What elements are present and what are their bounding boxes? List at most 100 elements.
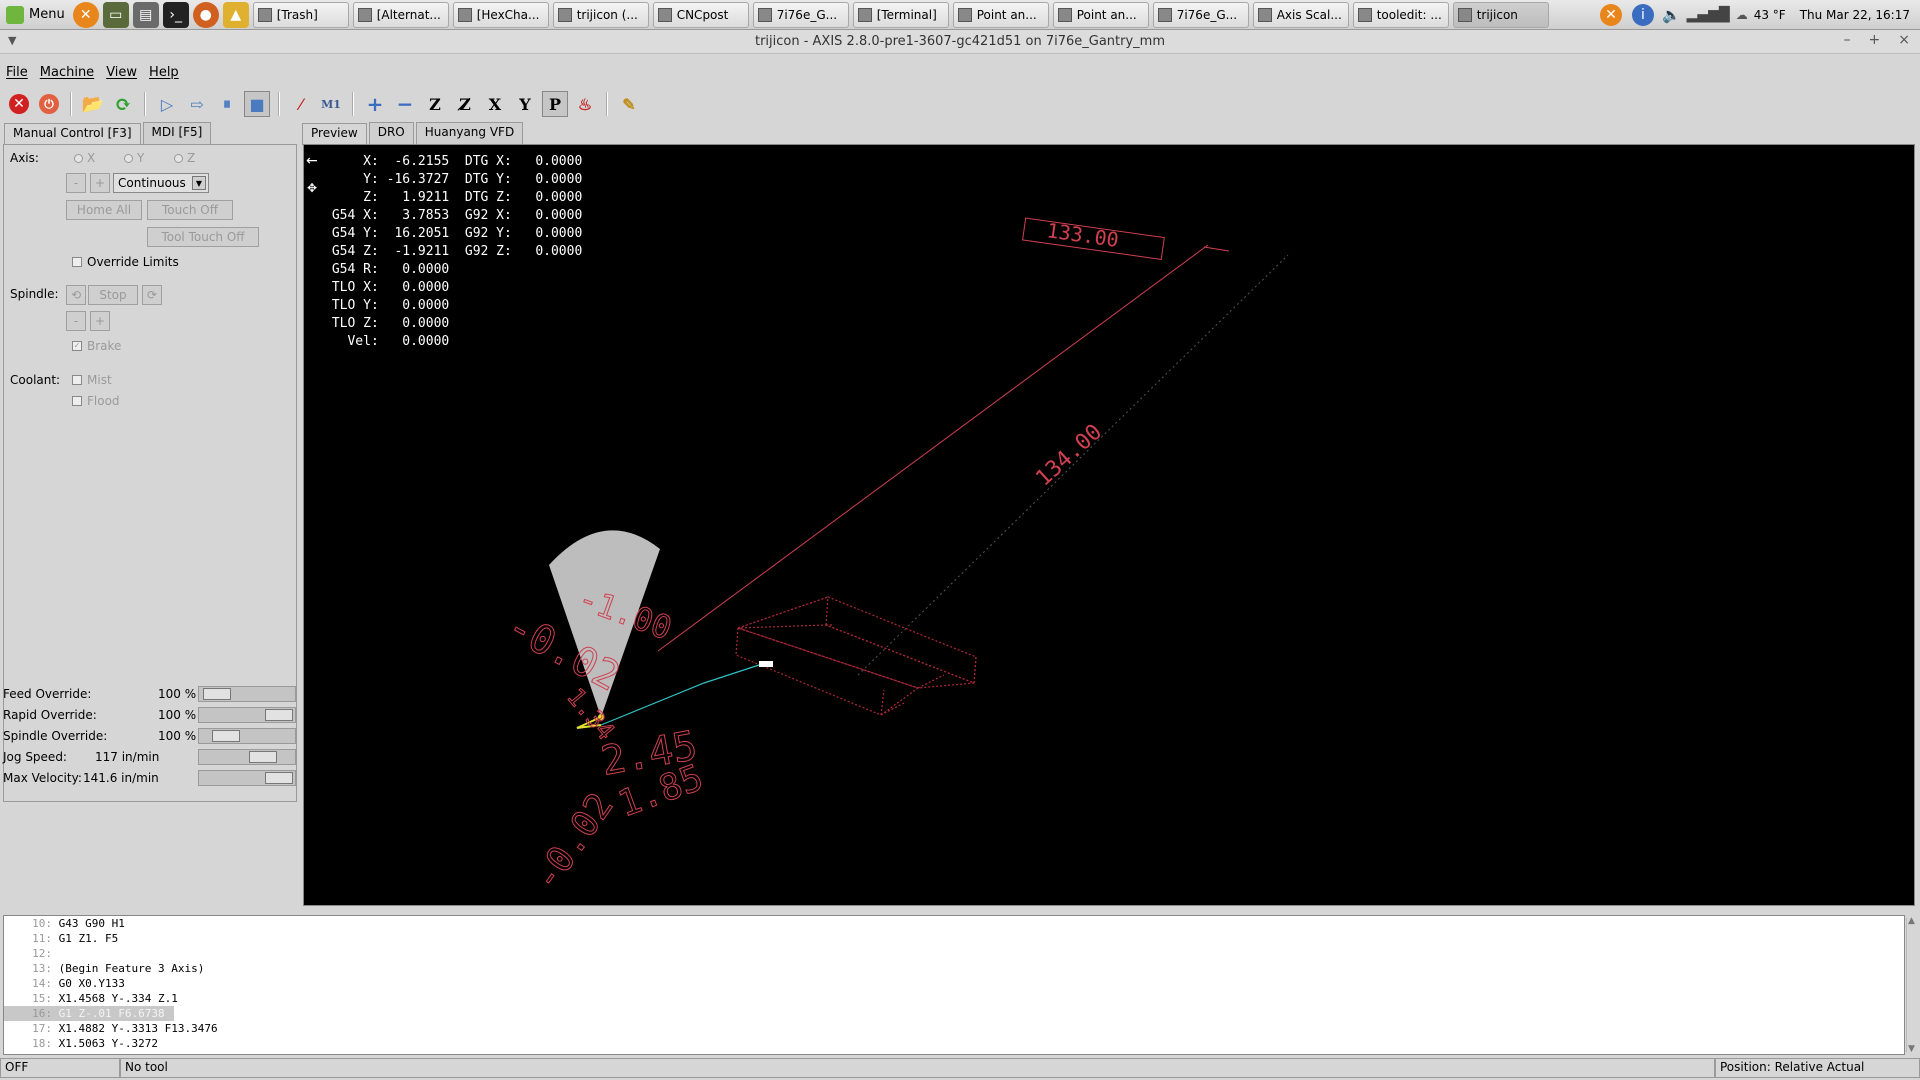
clock[interactable]: Thu Mar 22, 16:17 (1800, 8, 1910, 22)
spindle-stop-button[interactable]: Stop (88, 285, 138, 305)
override-slider[interactable] (198, 686, 296, 702)
spindle-slower-button[interactable]: - (66, 311, 86, 331)
zoom-in-icon[interactable]: + (362, 91, 388, 117)
slider-handle[interactable] (249, 751, 277, 763)
gcode-line[interactable]: 16: G1 Z-.01 F6.6738 (4, 1006, 174, 1021)
taskbar-window-button[interactable]: trijicon (... (552, 1, 649, 28)
override-slider[interactable] (198, 770, 296, 786)
linuxcnc-launcher-icon[interactable]: ✕ (72, 1, 99, 28)
minimize-icon[interactable]: – (1844, 32, 1851, 48)
axis-y-radio[interactable]: Y (124, 151, 144, 165)
override-limits-checkbox[interactable]: Override Limits (72, 255, 179, 269)
tab-preview[interactable]: Preview (302, 123, 367, 145)
gcode-line[interactable]: 17: X1.4882 Y-.3313 F13.3476 (4, 1021, 1904, 1036)
terminal-launcher-icon[interactable]: ›_ (162, 1, 189, 28)
slider-handle[interactable] (265, 709, 293, 721)
machine-power-icon[interactable]: ⏻ (36, 91, 62, 117)
gcode-line[interactable]: 11: G1 Z1. F5 (4, 931, 1904, 946)
taskbar-window-button[interactable]: Axis Scal... (1252, 1, 1349, 28)
linuxcnc-tray-icon[interactable]: ✕ (1599, 3, 1622, 26)
override-slider[interactable] (198, 749, 296, 765)
view-z-icon[interactable]: Z (422, 91, 448, 117)
clear-backplot-icon[interactable]: ✎ (616, 91, 642, 117)
touch-off-button[interactable]: Touch Off (147, 200, 233, 220)
taskbar-window-button[interactable]: 7i76e_G... (752, 1, 849, 28)
gcode-line[interactable]: 14: G0 X0.Y133 (4, 976, 1904, 991)
step-icon[interactable]: ⇨ (184, 91, 210, 117)
gcode-line[interactable]: 10: G43 G90 H1 (4, 916, 1904, 931)
taskbar-window-button[interactable]: [Alternat... (352, 1, 449, 28)
brake-checkbox[interactable]: ✓ Brake (72, 339, 121, 353)
taskbar-window-button[interactable]: Point an... (952, 1, 1049, 28)
taskbar-window-button[interactable]: [Trash] (252, 1, 349, 28)
spindle-cw-icon[interactable]: ⟳ (142, 285, 162, 305)
taskbar-window-button[interactable]: CNCpost (652, 1, 749, 28)
view-perspective-icon[interactable]: P (542, 91, 568, 117)
window-list-icon[interactable]: ▤ (132, 1, 159, 28)
menu-machine[interactable]: Machine (40, 65, 94, 80)
tab-manual-control[interactable]: Manual Control [F3] (4, 123, 141, 145)
menu-help[interactable]: Help (149, 65, 179, 80)
reload-icon[interactable]: ⟳ (110, 91, 136, 117)
gcode-line[interactable]: 13: (Begin Feature 3 Axis) (4, 961, 1904, 976)
block-delete-icon[interactable]: ⁄ (288, 91, 314, 117)
optional-stop-icon[interactable]: M1 (318, 91, 344, 117)
toggle-tool-icon[interactable]: ♨ (572, 91, 598, 117)
jog-plus-button[interactable]: + (90, 173, 110, 193)
jog-increment-select[interactable]: Continuous ▼ (113, 173, 209, 193)
override-slider[interactable] (198, 707, 296, 723)
view-rotated-z-icon[interactable]: Z̸ (452, 91, 478, 117)
scroll-down-icon[interactable]: ▼ (1908, 1044, 1915, 1054)
stop-icon[interactable]: ■ (244, 91, 270, 117)
run-icon[interactable]: ▷ (154, 91, 180, 117)
taskbar-window-button[interactable]: trijicon (1452, 1, 1549, 28)
flood-checkbox[interactable]: Flood (72, 394, 120, 408)
home-all-button[interactable]: Home All (66, 200, 142, 220)
estop-icon[interactable]: ✕ (6, 91, 32, 117)
menu-file[interactable]: File (6, 65, 28, 80)
taskbar-window-button[interactable]: [Terminal] (852, 1, 949, 28)
slider-handle[interactable] (203, 688, 231, 700)
taskbar-window-button[interactable]: tooledit: ... (1352, 1, 1449, 28)
tab-dro[interactable]: DRO (368, 122, 414, 144)
firefox-launcher-icon[interactable]: ● (192, 1, 219, 28)
spindle-faster-button[interactable]: + (90, 311, 110, 331)
gcode-line[interactable]: 18: X1.5063 Y-.3272 (4, 1036, 1904, 1051)
shield-icon[interactable]: i (1631, 3, 1654, 26)
view-x-icon[interactable]: X (482, 91, 508, 117)
volume-icon[interactable]: 🔈 (1662, 6, 1681, 24)
zoom-out-icon[interactable]: − (392, 91, 418, 117)
close-icon[interactable]: × (1898, 32, 1910, 48)
tab-huanyang-vfd[interactable]: Huanyang VFD (415, 122, 524, 144)
window-app-icon (1057, 7, 1072, 22)
spindle-ccw-icon[interactable]: ⟲ (66, 285, 86, 305)
network-signal-icon[interactable]: ▂▄▆█ (1687, 7, 1730, 23)
taskbar-window-button[interactable]: 7i76e_G... (1152, 1, 1249, 28)
axis-z-radio[interactable]: Z (174, 151, 195, 165)
taskbar-window-button[interactable]: Point an... (1052, 1, 1149, 28)
gcode-listing[interactable]: 10: G43 G90 H1 11: G1 Z1. F5 12: 13: (Begi… (3, 915, 1905, 1055)
axis-x-radio[interactable]: X (74, 151, 95, 165)
tab-mdi[interactable]: MDI [F5] (142, 122, 212, 144)
window-menu-icon[interactable]: ▼ (8, 34, 16, 47)
tux-launcher-icon[interactable]: ▲ (222, 1, 249, 28)
view-y-icon[interactable]: Y (512, 91, 538, 117)
override-slider[interactable] (198, 728, 296, 744)
gcode-scrollbar[interactable]: ▲ ▼ (1906, 916, 1918, 1054)
pause-icon[interactable]: ⏸ (214, 91, 240, 117)
gcode-line[interactable]: 15: X1.4568 Y-.334 Z.1 (4, 991, 1904, 1006)
menu-view[interactable]: View (106, 65, 137, 80)
slider-handle[interactable] (265, 772, 293, 784)
slider-handle[interactable] (212, 730, 240, 742)
preview-canvas[interactable]: 133.00 134.00 -1.00 -0.02 1.34 2.45 1.85… (303, 144, 1915, 906)
mist-checkbox[interactable]: Mist (72, 373, 112, 387)
taskbar-window-button[interactable]: [HexCha... (452, 1, 549, 28)
start-menu-button[interactable]: Menu (0, 2, 71, 28)
scroll-up-icon[interactable]: ▲ (1908, 916, 1915, 926)
monitor-launcher-icon[interactable]: ▭ (102, 1, 129, 28)
open-file-icon[interactable]: 📂 (80, 91, 106, 117)
tool-touch-off-button[interactable]: Tool Touch Off (147, 227, 259, 247)
jog-minus-button[interactable]: - (66, 173, 86, 193)
maximize-icon[interactable]: + (1869, 32, 1881, 48)
gcode-line[interactable]: 12: (4, 946, 1904, 961)
